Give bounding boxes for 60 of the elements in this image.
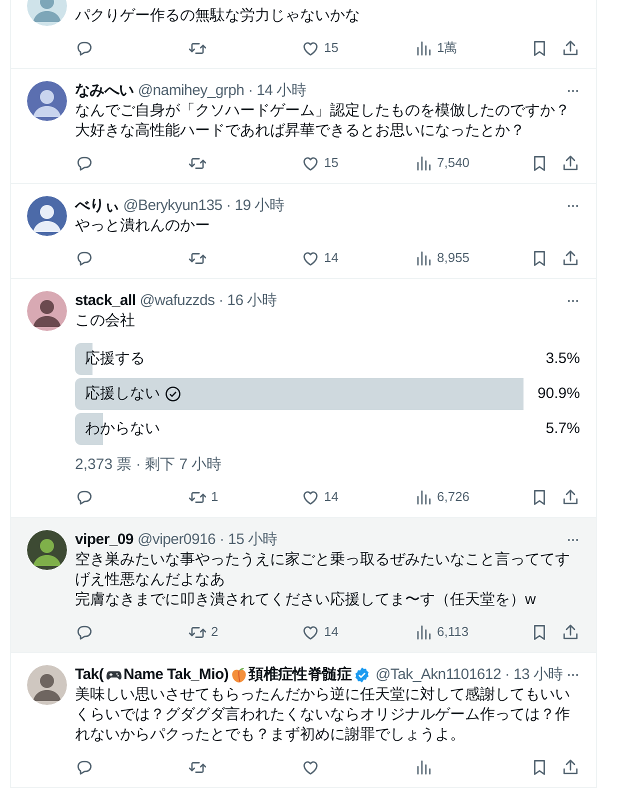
avatar[interactable] [27,291,67,331]
poll-percent: 90.9% [537,384,580,404]
share-icon[interactable] [561,488,580,506]
share-icon[interactable] [561,758,580,776]
display-name[interactable]: stack_all [75,291,136,311]
avatar[interactable] [27,530,67,570]
tweet-text: 美味しい思いさせてもらったんだから逆に任天堂に対して感謝してもいいくらいでは？グダグダ言われたくないならオリジナルゲーム作っては？作れないからパクったとでも？まず初めに謝罪でしょうよ。 [75,685,571,745]
poll-percent: 3.5% [546,348,580,369]
action-count: 2 [211,623,218,642]
display-name[interactable]: べりぃ [75,196,120,216]
tweet-text: 空き巣みたいな事やったうえに家ごと乗っ取るぜみたいなこと言っててすげえ性悪なんだよなあ [75,550,571,590]
avatar[interactable] [27,665,67,705]
tweet-text: パクりゲー作るの無駄な労力じゃないかな [75,6,361,26]
bar-chart-icon[interactable] [414,488,433,506]
tweet-text: やっと潰れんのかー [75,216,211,236]
poll-option: わからない 5.7% [75,413,580,445]
share-icon[interactable] [561,622,580,642]
peach-icon [230,666,248,684]
action-count: 14 [324,623,338,642]
share-icon[interactable] [561,38,580,58]
bar-chart-icon[interactable] [414,38,433,58]
avatar[interactable] [27,196,67,236]
poll-option: 応援しない 90.9% [75,378,580,410]
handle-and-time[interactable]: @namihey_grph · 14 小時 [138,81,306,101]
display-name[interactable]: なみへい [75,81,134,101]
bar-chart-icon[interactable] [414,248,433,268]
action-count: 14 [324,249,338,268]
display-name[interactable]: Name Tak_Mio) [124,665,229,685]
poll-footer: 2,373 票 · 剩下 7 小時 [75,455,580,475]
handle-and-time[interactable]: @Tak_Akn1101612 · 13 小時 [375,665,563,685]
tweet-text: なんでご自身が「クソハードゲーム」認定したものを模倣したのですか？大好きな高性能ハードであれば昇華できるとお思いになったとか？ [75,101,571,141]
display-name[interactable]: viper_09 [75,530,134,550]
action-count: 7,540 [437,154,470,172]
tweet-text: この会社 [75,311,136,331]
check-circle-icon [164,385,182,403]
share-icon[interactable] [561,248,580,268]
display-name[interactable]: Tak( [75,665,104,685]
poll-option: 応援する 3.5% [75,343,580,375]
action-count: 8,955 [437,249,470,268]
tweet-text: 完膚なきまでに叩き潰されてください応援してま〜す（任天堂を）w [75,590,537,610]
tweet-card[interactable]: viper_09 @viper0916 · 15 小時 空き巣みたいな事やったうえに家ごと乗っ取るぜみたいなこと言っててすげえ性悪なんだよなあ 完膚なきまでに叩き潰されてください応援してま〜す（任天堂を）w 2 14 6,113 [11,518,596,653]
handle-and-time[interactable]: @wafuzzds · 16 小時 [140,291,277,311]
handle-and-time[interactable]: @viper0916 · 15 小時 [137,530,278,550]
bar-chart-icon[interactable] [414,758,433,776]
action-count: 6,726 [437,488,470,506]
action-count: 15 [324,154,338,172]
display-name[interactable]: 頚椎症性脊髄症 [248,665,352,685]
action-count: 15 [324,39,338,58]
bar-chart-icon[interactable] [414,154,433,172]
share-icon[interactable] [561,154,580,172]
poll-percent: 5.7% [546,418,580,439]
handle-and-time[interactable]: @Berykyun135 · 19 小時 [123,196,284,216]
action-count: 1 [211,488,218,506]
avatar[interactable] [27,81,67,121]
bar-chart-icon[interactable] [414,622,433,642]
tweet-card[interactable]: パクりゲー作るの無駄な労力じゃないかな 15 1萬 [11,0,596,69]
action-count: 14 [324,488,338,506]
action-count: 6,113 [437,623,469,642]
action-count: 1萬 [437,39,458,58]
verified-badge-icon [353,666,372,684]
